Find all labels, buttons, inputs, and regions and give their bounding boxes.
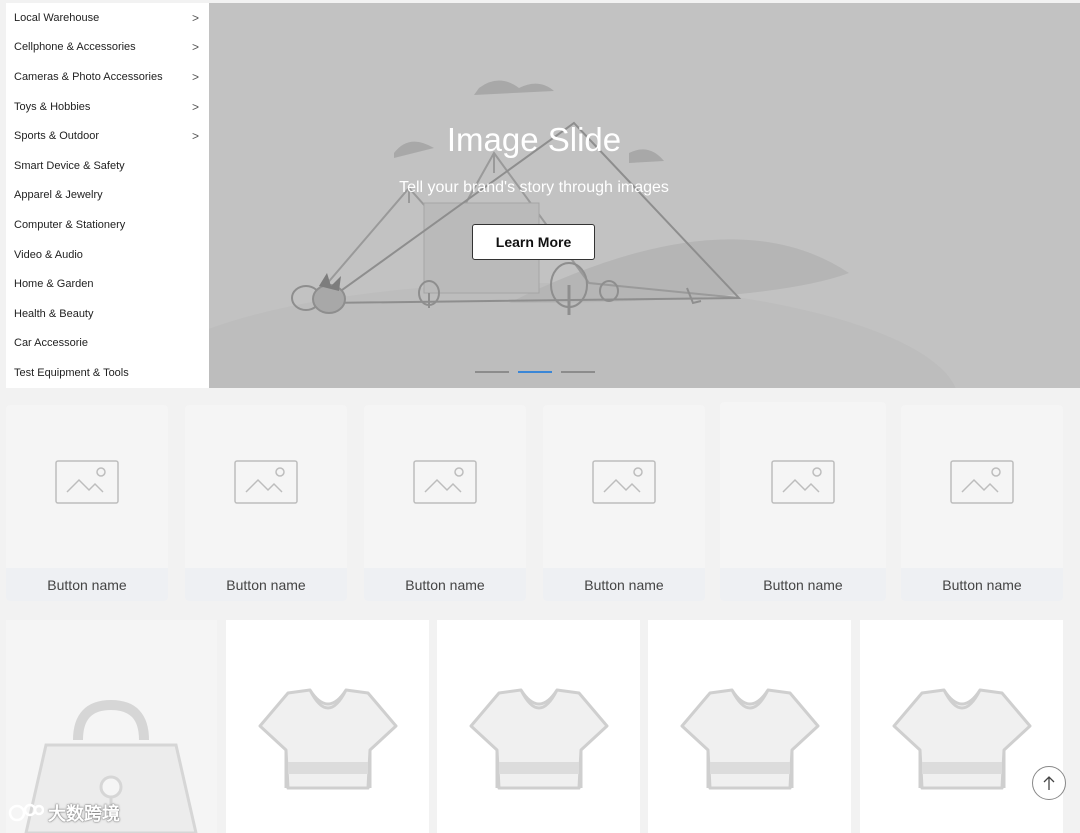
slide-indicator[interactable] [561, 371, 595, 373]
button-card[interactable]: Button name [543, 405, 705, 601]
tshirt-placeholder-icon [469, 688, 609, 790]
hero-title: Image Slide [446, 121, 622, 158]
button-card-hovered[interactable]: Button name [720, 402, 886, 601]
learn-more-button[interactable]: Learn More [472, 224, 595, 260]
category-item-local-warehouse[interactable]: Local Warehouse > [14, 3, 209, 33]
scroll-to-top-button[interactable] [1032, 766, 1066, 800]
button-name: Button name [543, 568, 705, 601]
category-item-smart-device[interactable]: Smart Device & Safety [14, 151, 209, 181]
chevron-right-icon: > [191, 129, 199, 144]
product-card[interactable] [226, 620, 429, 833]
category-item-cameras[interactable]: Cameras & Photo Accessories > [14, 62, 209, 92]
button-card[interactable]: Button name [6, 405, 168, 601]
image-placeholder-icon [950, 460, 1014, 504]
category-label: Smart Device & Safety [14, 159, 125, 172]
category-label: Cellphone & Accessories [14, 41, 136, 54]
category-label: Apparel & Jewelry [14, 189, 103, 202]
category-sidebar: Local Warehouse > Cellphone & Accessories… [6, 3, 209, 388]
chevron-right-icon: > [191, 99, 199, 114]
category-item-apparel[interactable]: Apparel & Jewelry [14, 181, 209, 211]
category-label: Car Accessorie [14, 337, 88, 350]
category-item-health-beauty[interactable]: Health & Beauty [14, 299, 209, 329]
image-placeholder-icon [771, 460, 835, 504]
category-label: Local Warehouse [14, 11, 100, 24]
tshirt-placeholder-icon [892, 688, 1032, 790]
category-label: Toys & Hobbies [14, 100, 91, 113]
product-card[interactable] [648, 620, 851, 833]
button-name: Button name [364, 568, 526, 601]
button-name: Button name [720, 568, 886, 601]
button-card[interactable]: Button name [364, 405, 526, 601]
category-label: Cameras & Photo Accessories [14, 70, 163, 83]
watermark-text: 大数跨境 [48, 804, 120, 824]
category-item-computer[interactable]: Computer & Stationery [14, 210, 209, 240]
category-label: Computer & Stationery [14, 218, 126, 231]
image-placeholder-icon [592, 460, 656, 504]
chevron-right-icon: > [191, 10, 199, 25]
category-label: Health & Beauty [14, 307, 94, 320]
slide-indicators [475, 371, 595, 373]
button-name: Button name [185, 568, 347, 601]
category-label: Video & Audio [14, 248, 83, 261]
category-item-cellphone[interactable]: Cellphone & Accessories > [14, 33, 209, 63]
button-name: Button name [6, 568, 168, 601]
tshirt-placeholder-icon [680, 688, 820, 790]
watermark-logo-icon [8, 803, 44, 822]
category-item-video-audio[interactable]: Video & Audio [14, 240, 209, 270]
button-name: Button name [901, 568, 1063, 601]
image-placeholder-icon [413, 460, 477, 504]
button-card[interactable]: Button name [901, 405, 1063, 601]
category-label: Test Equipment & Tools [14, 366, 129, 379]
button-card[interactable]: Button name [185, 405, 347, 601]
category-item-toys[interactable]: Toys & Hobbies > [14, 92, 209, 122]
product-card[interactable] [437, 620, 640, 833]
chevron-right-icon: > [191, 40, 199, 55]
product-card[interactable] [860, 620, 1063, 833]
image-placeholder-icon [234, 460, 298, 504]
chevron-right-icon: > [191, 69, 199, 84]
category-item-test-equipment[interactable]: Test Equipment & Tools [14, 358, 209, 388]
tshirt-placeholder-icon [258, 688, 398, 790]
arrow-up-icon [1043, 776, 1055, 790]
category-label: Home & Garden [14, 278, 94, 291]
slide-indicator-active[interactable] [518, 371, 552, 373]
category-item-sports[interactable]: Sports & Outdoor > [14, 121, 209, 151]
category-item-car-accessorie[interactable]: Car Accessorie [14, 329, 209, 359]
image-placeholder-icon [55, 460, 119, 504]
hero-slider[interactable]: Image Slide Tell your brand's story thro… [209, 3, 1080, 388]
category-item-home-garden[interactable]: Home & Garden [14, 269, 209, 299]
category-label: Sports & Outdoor [14, 130, 99, 143]
watermark: 大数跨境 [8, 800, 120, 826]
hero-subtitle: Tell your brand's story through images [399, 179, 669, 196]
slide-indicator[interactable] [475, 371, 509, 373]
